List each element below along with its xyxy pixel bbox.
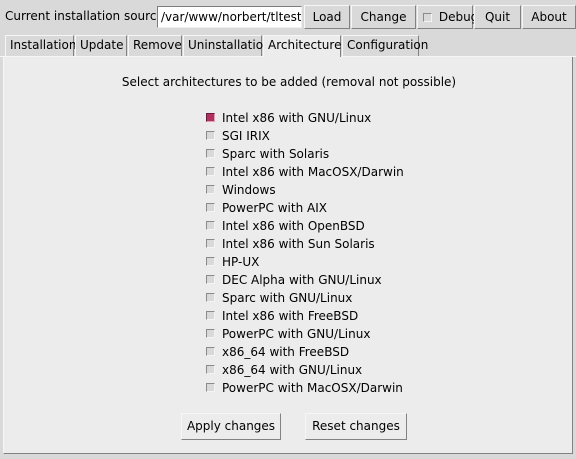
arch-label: Sparc with Solaris <box>222 147 330 161</box>
arch-label: PowerPC with MacOSX/Darwin <box>222 381 403 395</box>
arch-label: Intel x86 with FreeBSD <box>222 309 359 323</box>
arch-label: PowerPC with AIX <box>222 201 327 215</box>
installation-source-field[interactable]: /var/www/norbert/tltesting <box>157 6 302 28</box>
checkbox-indicator <box>206 257 215 266</box>
arch-checkbox-windows[interactable]: Windows <box>206 181 276 199</box>
arch-checkbox-powerpc-linux[interactable]: PowerPC with GNU/Linux <box>206 325 370 343</box>
debug-checkbox[interactable]: Debug <box>417 5 478 29</box>
panel-heading: Select architectures to be added (remova… <box>121 75 457 89</box>
arch-checkbox-intel-x86-darwin[interactable]: Intel x86 with MacOSX/Darwin <box>206 163 404 181</box>
arch-checkbox-powerpc-darwin[interactable]: PowerPC with MacOSX/Darwin <box>206 379 403 397</box>
checkbox-indicator <box>206 311 215 320</box>
arch-label: Intel x86 with GNU/Linux <box>222 111 372 125</box>
arch-label: HP-UX <box>222 255 260 269</box>
arch-checkbox-hp-ux[interactable]: HP-UX <box>206 253 259 271</box>
tab-update[interactable]: Update <box>75 35 127 56</box>
quit-button[interactable]: Quit <box>474 5 521 29</box>
checkbox-indicator <box>206 383 215 392</box>
checkbox-indicator <box>206 347 215 356</box>
debug-checkbox-label: Debug <box>438 10 479 24</box>
apply-changes-button[interactable]: Apply changes <box>181 413 281 440</box>
toolbar: Current installation source: /var/www/no… <box>0 0 576 32</box>
tab-architectures[interactable]: Architectures <box>263 35 348 57</box>
arch-checkbox-intel-x86-linux[interactable]: Intel x86 with GNU/Linux <box>206 109 371 127</box>
arch-checkbox-sgi-irix[interactable]: SGI IRIX <box>206 127 270 145</box>
arch-label: PowerPC with GNU/Linux <box>222 327 371 341</box>
checkbox-indicator <box>206 365 215 374</box>
checkbox-indicator <box>206 239 215 248</box>
arch-label: Intel x86 with Sun Solaris <box>222 237 375 251</box>
arch-checkbox-dec-alpha-linux[interactable]: DEC Alpha with GNU/Linux <box>206 271 382 289</box>
checkbox-indicator <box>206 185 215 194</box>
checkbox-indicator <box>206 275 215 284</box>
arch-label: x86_64 with GNU/Linux <box>222 363 363 377</box>
arch-checkbox-sparc-solaris[interactable]: Sparc with Solaris <box>206 145 329 163</box>
tab-remove[interactable]: Remove <box>128 35 182 56</box>
checkbox-indicator <box>206 203 215 212</box>
arch-label: SGI IRIX <box>222 129 270 143</box>
change-button[interactable]: Change <box>351 5 416 29</box>
arch-label: x86_64 with FreeBSD <box>222 345 350 359</box>
app-window: Current installation source: /var/www/no… <box>0 0 576 459</box>
debug-checkbox-indicator <box>423 13 432 22</box>
checkbox-indicator <box>206 329 215 338</box>
checkbox-indicator <box>206 149 215 158</box>
architectures-panel: Select architectures to be added (remova… <box>3 57 573 454</box>
load-button[interactable]: Load <box>304 5 350 29</box>
arch-checkbox-x86-64-linux[interactable]: x86_64 with GNU/Linux <box>206 361 362 379</box>
about-button[interactable]: About <box>522 5 576 29</box>
arch-checkbox-intel-x86-sun-solaris[interactable]: Intel x86 with Sun Solaris <box>206 235 375 253</box>
arch-label: Windows <box>222 183 276 197</box>
arch-label: Intel x86 with MacOSX/Darwin <box>222 165 404 179</box>
tab-uninstallation[interactable]: Uninstallation <box>183 35 271 56</box>
arch-checkbox-powerpc-aix[interactable]: PowerPC with AIX <box>206 199 327 217</box>
arch-checkbox-intel-x86-freebsd[interactable]: Intel x86 with FreeBSD <box>206 307 358 325</box>
arch-label: DEC Alpha with GNU/Linux <box>222 273 382 287</box>
arch-label: Intel x86 with OpenBSD <box>222 219 365 233</box>
arch-label: Sparc with GNU/Linux <box>222 291 353 305</box>
checkbox-indicator <box>206 293 215 302</box>
reset-changes-button[interactable]: Reset changes <box>305 413 407 440</box>
arch-checkbox-sparc-linux[interactable]: Sparc with GNU/Linux <box>206 289 352 307</box>
checkbox-indicator <box>206 113 215 122</box>
arch-checkbox-intel-x86-openbsd[interactable]: Intel x86 with OpenBSD <box>206 217 365 235</box>
tab-configuration[interactable]: Configuration <box>342 35 428 56</box>
installation-source-label: Current installation source: <box>5 9 168 23</box>
tab-installation[interactable]: Installation <box>5 35 76 56</box>
arch-checkbox-x86-64-freebsd[interactable]: x86_64 with FreeBSD <box>206 343 349 361</box>
checkbox-indicator <box>206 221 215 230</box>
checkbox-indicator <box>206 131 215 140</box>
checkbox-indicator <box>206 167 215 176</box>
